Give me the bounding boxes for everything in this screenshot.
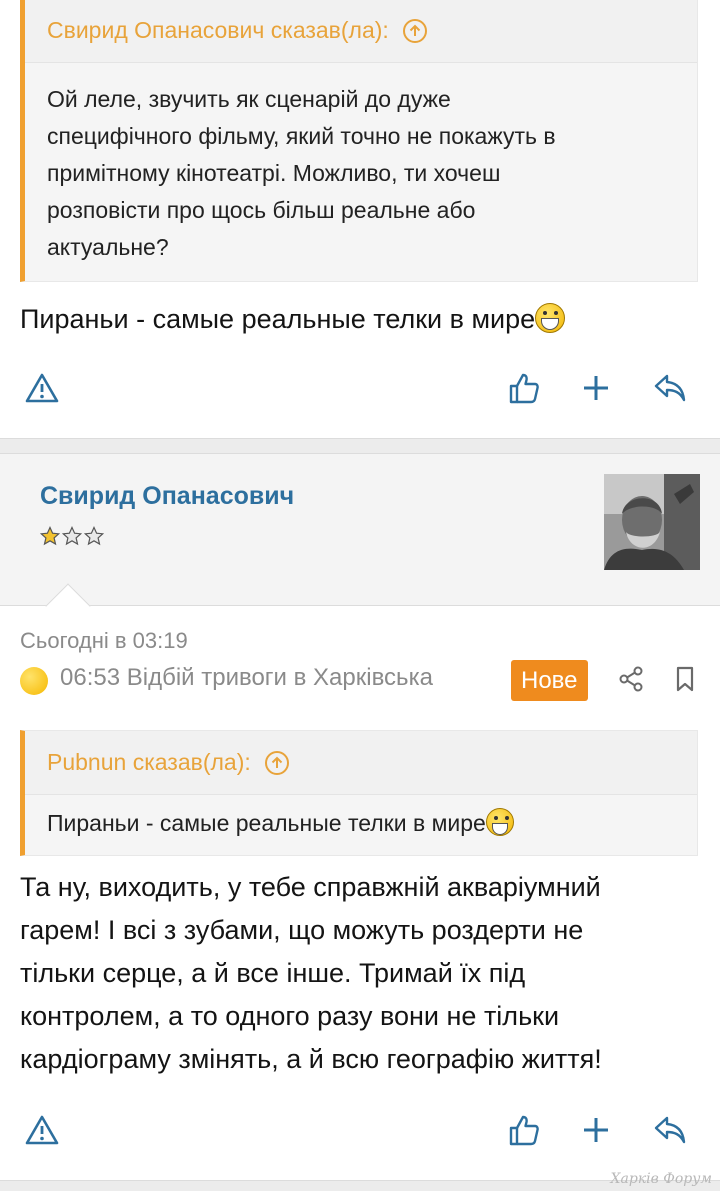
arrow-up-circle-icon[interactable]	[402, 18, 427, 43]
rank-stars	[40, 526, 104, 546]
report-icon[interactable]	[24, 1112, 60, 1148]
username[interactable]: Свирид Опанасович	[40, 482, 294, 511]
watermark: Харків Форум	[610, 1171, 712, 1187]
reply-icon[interactable]	[652, 370, 688, 406]
like-icon[interactable]	[506, 1112, 542, 1148]
like-icon[interactable]	[506, 370, 542, 406]
post-date[interactable]: Сьогодні в 03:19	[20, 628, 188, 654]
quote-header[interactable]: Свирид Опанасович сказав(ла):	[25, 0, 697, 63]
quote-author[interactable]: Pubnun сказав(ла):	[47, 749, 251, 776]
grinning-smiley-icon	[535, 303, 566, 333]
report-icon[interactable]	[24, 370, 60, 406]
quote-block: Свирид Опанасович сказав(ла): Ой леле, з…	[20, 0, 698, 282]
post-message: Та ну, виходить, у тебе справжній акварі…	[20, 872, 602, 1074]
grinning-smiley-icon	[485, 808, 514, 836]
post-actions	[0, 358, 720, 418]
post-message: Пираньи - самые реальные телки в мире	[20, 296, 566, 342]
post-author-bar: Свирид Опанасович	[0, 454, 720, 606]
quote-text: Пираньи - самые реальные телки в мире	[25, 795, 697, 860]
quote-header[interactable]: Pubnun сказав(ла):	[25, 731, 697, 795]
arrow-up-circle-icon[interactable]	[264, 750, 289, 775]
bookmark-icon[interactable]	[670, 664, 700, 694]
reply-icon[interactable]	[652, 1112, 688, 1148]
avatar[interactable]	[604, 474, 700, 570]
share-icon[interactable]	[616, 664, 646, 694]
quote-block: Pubnun сказав(ла): Пираньи - самые реаль…	[20, 730, 698, 856]
star-empty-icon	[62, 526, 82, 546]
star-empty-icon	[84, 526, 104, 546]
plus-icon[interactable]	[578, 370, 614, 406]
new-badge: Нове	[511, 660, 588, 701]
thread-title[interactable]: 06:53 Відбій тривоги в Харківська	[60, 664, 433, 692]
plus-icon[interactable]	[578, 1112, 614, 1148]
yellow-circle-icon	[20, 667, 48, 695]
star-filled-icon	[40, 526, 60, 546]
quote-text: Ой леле, звучить як сценарій до дуже спе…	[47, 86, 556, 260]
thread-meta: 06:53 Відбій тривоги в Харківська Нове	[20, 660, 710, 701]
post-separator	[0, 438, 720, 454]
quote-author[interactable]: Свирид Опанасович сказав(ла):	[47, 17, 389, 44]
post-actions	[0, 1100, 720, 1160]
